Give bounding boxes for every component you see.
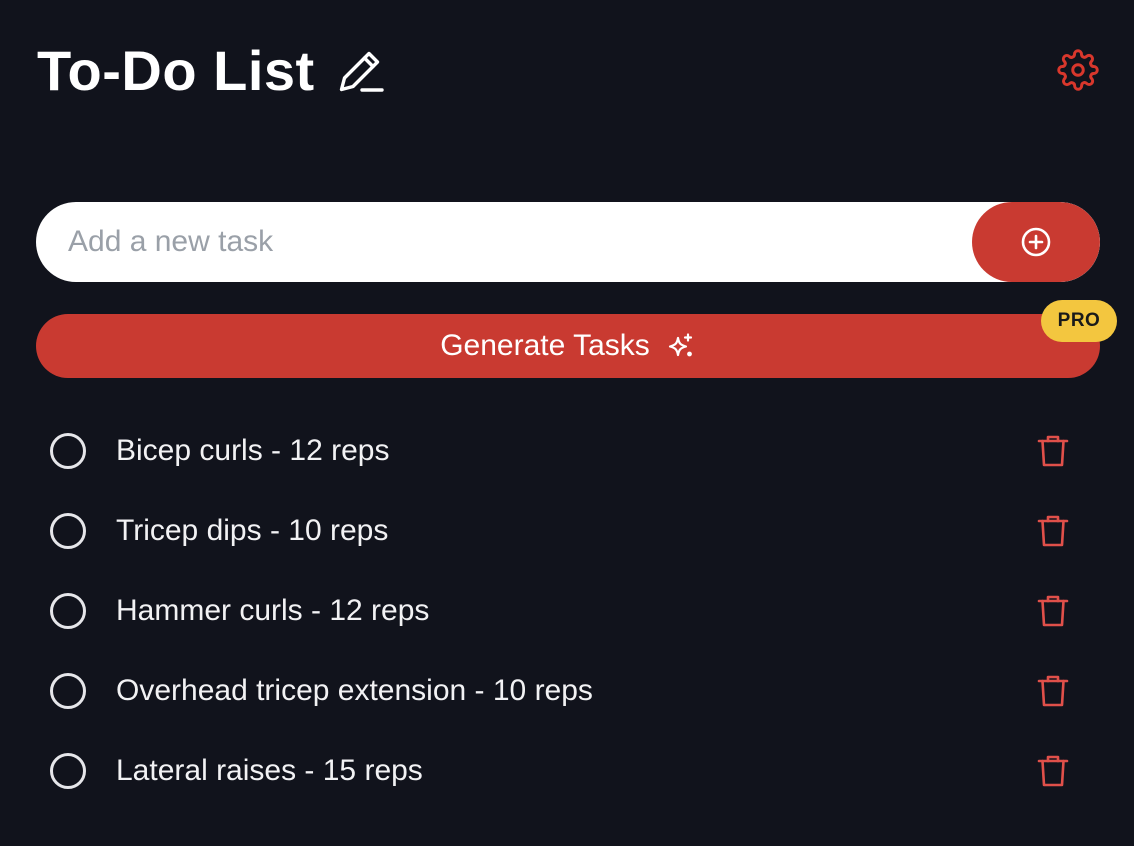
- task-text: Lateral raises - 15 reps: [116, 754, 423, 787]
- edit-title-button[interactable]: [335, 46, 385, 96]
- pro-badge: PRO: [1041, 300, 1117, 342]
- task-item: Overhead tricep extension - 10 reps: [50, 651, 1090, 731]
- gear-icon: [1057, 49, 1099, 91]
- task-item: Lateral raises - 15 reps: [50, 731, 1090, 811]
- settings-button[interactable]: [1056, 48, 1100, 92]
- trash-icon: [1037, 435, 1069, 467]
- task-checkbox[interactable]: [50, 433, 86, 469]
- generate-tasks-label: Generate Tasks: [440, 329, 650, 362]
- task-text: Hammer curls - 12 reps: [116, 594, 430, 627]
- trash-icon: [1037, 755, 1069, 787]
- delete-task-button[interactable]: [1036, 513, 1070, 549]
- task-checkbox[interactable]: [50, 673, 86, 709]
- page-title: To-Do List: [37, 39, 315, 102]
- sparkles-icon: [666, 331, 696, 361]
- task-checkbox[interactable]: [50, 753, 86, 789]
- plus-circle-icon: [1021, 227, 1051, 257]
- pencil-icon: [339, 51, 384, 92]
- task-text: Tricep dips - 10 reps: [116, 514, 389, 547]
- task-item: Hammer curls - 12 reps: [50, 571, 1090, 651]
- add-task-button[interactable]: [972, 202, 1100, 282]
- task-text: Bicep curls - 12 reps: [116, 434, 390, 467]
- task-checkbox[interactable]: [50, 513, 86, 549]
- task-list: Bicep curls - 12 reps Tricep dips - 10 r…: [50, 411, 1090, 811]
- task-item: Bicep curls - 12 reps: [50, 411, 1090, 491]
- trash-icon: [1037, 515, 1069, 547]
- delete-task-button[interactable]: [1036, 753, 1070, 789]
- task-item: Tricep dips - 10 reps: [50, 491, 1090, 571]
- add-task-bar: [36, 202, 1100, 282]
- delete-task-button[interactable]: [1036, 673, 1070, 709]
- header: To-Do List: [37, 36, 385, 106]
- task-checkbox[interactable]: [50, 593, 86, 629]
- task-text: Overhead tricep extension - 10 reps: [116, 674, 593, 707]
- trash-icon: [1037, 675, 1069, 707]
- todo-app: To-Do List Generate Tasks: [0, 0, 1134, 846]
- generate-tasks-button[interactable]: Generate Tasks: [36, 314, 1100, 378]
- delete-task-button[interactable]: [1036, 433, 1070, 469]
- trash-icon: [1037, 595, 1069, 627]
- delete-task-button[interactable]: [1036, 593, 1070, 629]
- new-task-input[interactable]: [36, 202, 972, 282]
